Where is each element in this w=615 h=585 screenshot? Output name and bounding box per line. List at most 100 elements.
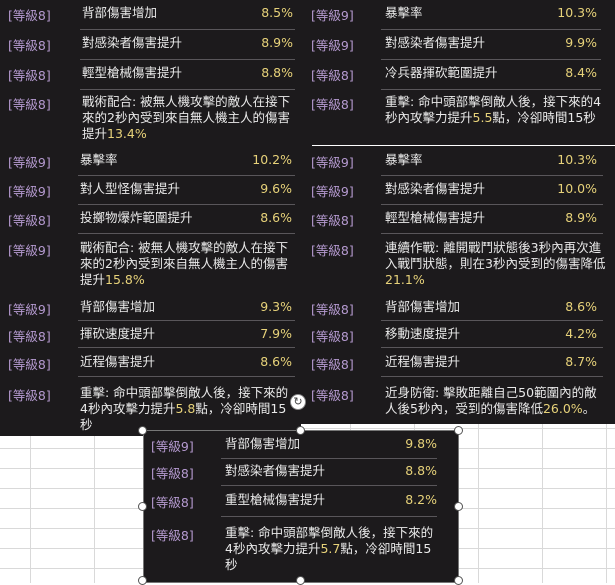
stats-card-mid-right: [等級9] 暴擊率 10.3% [等級9] 對感染者傷害提升 10.0% [等級8] 輕型槍械… — [301, 146, 615, 296]
grade-label: [等級8] — [311, 213, 354, 228]
grade-label: [等級9] — [8, 243, 51, 258]
grade-label: [等級9] — [8, 184, 51, 199]
resize-handle-top-center[interactable] — [296, 426, 305, 435]
grade-label: [等級8] — [151, 466, 194, 481]
grade-label: [等級8] — [151, 495, 194, 510]
stat-value: 8.2% — [405, 492, 437, 507]
grade-label: [等級8] — [311, 388, 354, 403]
rotate-handle-icon[interactable]: ↻ — [290, 394, 306, 410]
stat-value: 9.3% — [260, 299, 292, 314]
stat-highlight-value: 5.8 — [175, 401, 196, 416]
stat-highlight-value: 15.8% — [105, 272, 145, 287]
row-divider — [78, 320, 295, 321]
row-divider — [80, 59, 295, 60]
resize-handle-bottom-left[interactable] — [138, 576, 147, 585]
row-divider — [381, 89, 601, 90]
stat-highlight-value: 5.7 — [320, 541, 341, 556]
row-divider — [381, 376, 603, 377]
stat-value: 10.3% — [557, 152, 597, 167]
stat-value: 8.6% — [565, 299, 597, 314]
row-divider — [381, 175, 603, 176]
stat-value: 10.3% — [557, 5, 597, 20]
row-divider — [381, 347, 603, 348]
resize-handle-middle-left[interactable] — [138, 502, 147, 511]
stat-value: 10.0% — [557, 181, 597, 196]
row-divider — [381, 204, 603, 205]
stat-highlight-value: 26.0% — [542, 401, 583, 416]
grade-label: [等級8] — [311, 302, 354, 317]
grade-label: [等級8] — [8, 213, 51, 228]
grade-label: [等級8] — [311, 68, 354, 83]
stat-value: 8.8% — [261, 65, 293, 80]
grade-label: [等級9] — [8, 302, 51, 317]
grade-label: [等級9] — [8, 155, 51, 170]
stat-value: 8.4% — [565, 65, 597, 80]
stat-value: 8.6% — [260, 354, 292, 369]
grade-label: [等級8] — [8, 38, 51, 53]
row-divider — [221, 458, 437, 459]
row-divider — [78, 347, 295, 348]
stat-value: 8.9% — [565, 210, 597, 225]
stats-card-top-left: [等級8] 背部傷害增加 8.5% [等級8] 對感染者傷害提升 8.9% [等級8] 輕型槍… — [0, 0, 301, 146]
row-divider — [78, 233, 295, 234]
row-divider — [221, 485, 437, 486]
stat-value: 9.6% — [260, 181, 292, 196]
stat-value: 10.2% — [252, 152, 292, 167]
stat-label: 戰術配合: 被無人機攻擊的敵人在接下來的2秒內受到來自無人機主人的傷害提升13.… — [82, 94, 291, 141]
stat-label: 近身防衛: 擊敗距離自己50範圍內的敵人後5秒內，受到的傷害降低26.0%。 — [385, 385, 597, 416]
grade-label: [等級8] — [151, 528, 194, 543]
stat-value: 8.8% — [405, 463, 437, 478]
resize-handle-top-left[interactable] — [138, 426, 147, 435]
stat-value: 4.2% — [565, 326, 597, 341]
row-divider — [381, 233, 603, 234]
row-divider — [381, 320, 603, 321]
resize-handle-middle-right[interactable] — [454, 502, 463, 511]
grade-label: [等級9] — [151, 439, 194, 454]
grade-label: [等級9] — [311, 155, 354, 170]
stats-card-bottom-left: [等級9] 背部傷害增加 9.3% [等級8] 揮砍速度提升 7.9% [等級8] 近程傷害提… — [0, 296, 301, 436]
stat-highlight-value: 13.4% — [107, 126, 147, 141]
row-divider — [78, 204, 295, 205]
grade-label: [等級8] — [8, 97, 51, 112]
resize-handle-bottom-right[interactable] — [454, 576, 463, 585]
stat-label: 重擊: 命中頭部擊倒敵人後，接下來的4秒內攻擊力提升5.5點，冷卻時間15秒 — [385, 94, 602, 125]
grade-label: [等級8] — [8, 357, 51, 372]
row-divider — [80, 89, 295, 90]
resize-handle-top-right[interactable] — [454, 426, 463, 435]
stat-label: 重擊: 命中頭部擊倒敵人後，接下來的4秒內攻擊力提升5.8點，冷卻時間15秒 — [80, 385, 289, 432]
grade-label: [等級9] — [311, 38, 354, 53]
grade-label: [等級8] — [8, 329, 51, 344]
stat-value: 7.9% — [260, 326, 292, 341]
row-divider — [381, 59, 601, 60]
grade-label: [等級8] — [311, 243, 354, 258]
grade-label: [等級9] — [311, 8, 354, 23]
stats-card-top-right: [等級9] 暴擊率 10.3% [等級9] 對感染者傷害提升 9.9% [等級8] 冷兵器揮砍… — [301, 0, 615, 146]
stat-label: 重擊: 命中頭部擊倒敵人後，接下來的4秒內攻擊力提升5.7點，冷卻時間15秒 — [225, 525, 434, 572]
stats-card-bottom-right: [等級8] 背部傷害增加 8.6% [等級8] 移動速度提升 4.2% [等級8] 近程傷害提… — [301, 296, 615, 424]
stat-label: 連續作戰: 離開戰鬥狀態後3秒內再次進入戰鬥狀態，則在3秒內受到的傷害降低21.… — [385, 240, 606, 287]
stats-card-selected[interactable]: [等級9] 背部傷害增加 9.8% [等級8] 對感染者傷害提升 8.8% [等級8] 重型槍… — [143, 430, 459, 583]
stat-value: 9.9% — [565, 35, 597, 50]
stat-value: 8.5% — [261, 5, 293, 20]
grade-label: [等級9] — [311, 184, 354, 199]
grade-label: [等級8] — [311, 357, 354, 372]
grade-label: [等級8] — [311, 97, 354, 112]
grade-label: [等級8] — [8, 8, 51, 23]
stat-value: 8.6% — [260, 210, 292, 225]
stat-value: 8.9% — [261, 35, 293, 50]
stat-label: 戰術配合: 被無人機攻擊的敵人在接下來的2秒內受到來自無人機主人的傷害提升15.… — [80, 240, 289, 287]
stat-highlight-value: 5.5 — [472, 110, 493, 125]
stats-card-mid-left: [等級9] 暴擊率 10.2% [等級9] 對人型怪傷害提升 9.6% [等級8] 投擲物爆炸… — [0, 146, 301, 296]
row-divider — [221, 516, 437, 517]
grade-label: [等級8] — [8, 68, 51, 83]
row-divider — [78, 175, 295, 176]
stat-value: 9.8% — [405, 436, 437, 451]
row-divider — [381, 29, 601, 30]
grade-label: [等級8] — [311, 329, 354, 344]
stat-value: 8.7% — [565, 354, 597, 369]
row-divider — [80, 29, 295, 30]
row-divider — [78, 376, 295, 377]
resize-handle-bottom-center[interactable] — [296, 576, 305, 585]
grade-label: [等級8] — [8, 388, 51, 403]
stat-highlight-value: 21.1% — [385, 272, 425, 287]
